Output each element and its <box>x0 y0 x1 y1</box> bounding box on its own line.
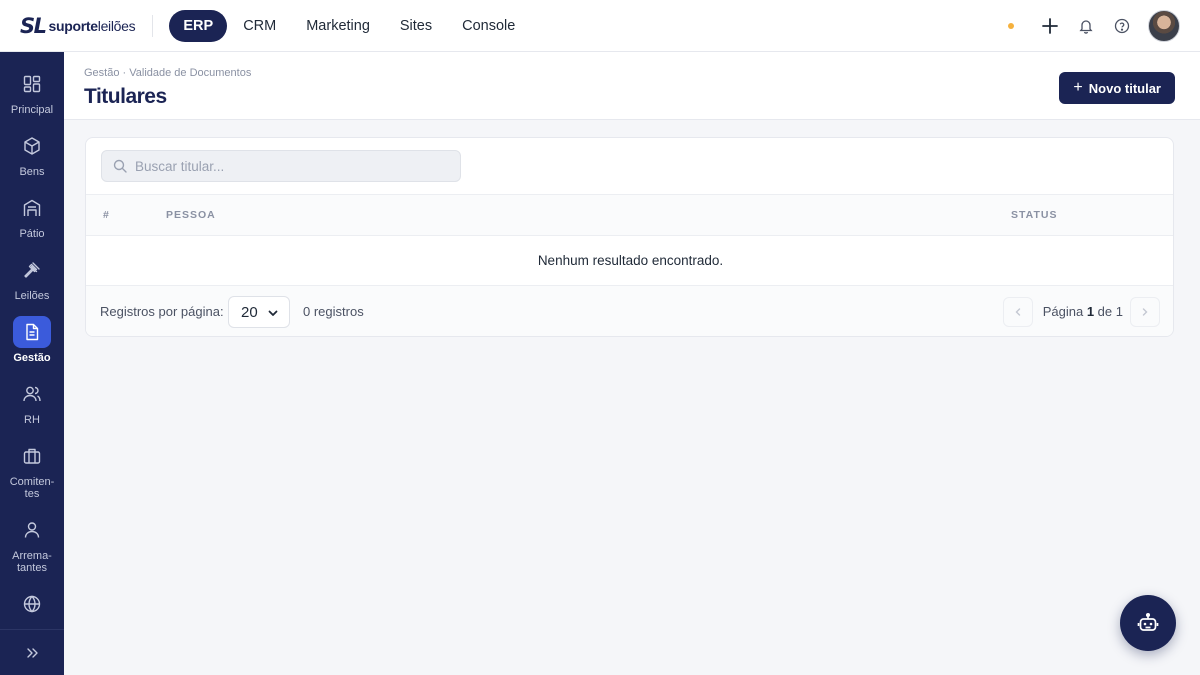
next-page-button[interactable] <box>1130 297 1160 327</box>
sidebar-item-bens[interactable]: Bens <box>0 130 64 178</box>
main-nav: ERP CRM Marketing Sites Console <box>169 9 531 42</box>
per-page-value: 20 <box>241 303 258 321</box>
top-bar: SL suporteleilões ERP CRM Marketing Site… <box>0 0 1200 52</box>
per-page-label: Registros por página: <box>100 304 224 319</box>
briefcase-icon <box>13 440 51 472</box>
brand-name: suporteleilões <box>48 17 136 34</box>
plus-icon: + <box>1073 79 1083 96</box>
chevron-right-icon <box>1142 308 1148 316</box>
search-icon <box>113 159 127 173</box>
new-titular-button-label: Novo titular <box>1088 80 1161 96</box>
sidebar-item-label: Pátio <box>19 228 45 240</box>
sidebar-item-comitentes[interactable]: Comiten- tes <box>0 440 64 500</box>
sidebar-item-label: Arrema- tantes <box>12 550 52 574</box>
records-count: 0 registros <box>303 304 364 319</box>
page-title: Titulares <box>84 85 167 108</box>
grid-icon <box>13 68 51 100</box>
table-footer: Registros por página: 20 0 registros Pág… <box>86 286 1173 336</box>
sidebar-item-sites[interactable] <box>0 588 64 624</box>
brand-mark: SL <box>20 13 47 38</box>
column-header-number: # <box>103 209 110 221</box>
sidebar-item-label: Leilões <box>14 290 50 302</box>
sidebar-item-principal[interactable]: Principal <box>0 68 64 116</box>
page-indicator: Página 1 de 1 <box>1042 304 1123 319</box>
new-titular-button[interactable]: + Novo titular <box>1059 72 1175 104</box>
nav-item-marketing[interactable]: Marketing <box>292 10 384 42</box>
user-icon <box>13 514 51 546</box>
status-dot <box>1008 23 1014 29</box>
sidebar-item-label: Comiten- tes <box>9 476 55 500</box>
brand-logo[interactable]: SL suporteleilões <box>20 0 136 52</box>
help-icon[interactable] <box>1112 16 1132 36</box>
chevron-down-icon <box>268 310 278 316</box>
top-actions <box>1008 0 1180 52</box>
nav-item-sites[interactable]: Sites <box>386 10 446 42</box>
document-icon <box>13 316 51 348</box>
gavel-icon <box>13 254 51 286</box>
search-box <box>101 150 461 182</box>
sidebar-item-arrematantes[interactable]: Arrema- tantes <box>0 514 64 574</box>
previous-page-button[interactable] <box>1003 297 1033 327</box>
nav-item-crm[interactable]: CRM <box>229 10 290 42</box>
assistant-bot-button[interactable] <box>1120 595 1176 651</box>
sidebar-item-patio[interactable]: Pátio <box>0 192 64 240</box>
per-page-select[interactable]: 20 <box>228 296 290 328</box>
search-input[interactable] <box>135 158 435 174</box>
page-header: Gestão · Validade de Documentos Titulare… <box>64 52 1200 120</box>
robot-icon <box>1137 612 1159 631</box>
chevron-left-icon <box>1015 308 1021 316</box>
building-icon <box>13 192 51 224</box>
sidebar-item-label: Principal <box>10 104 54 116</box>
avatar[interactable] <box>1148 10 1180 42</box>
sidebar-item-gestao[interactable]: Gestão <box>0 316 64 364</box>
empty-state-message: Nenhum resultado encontrado. <box>86 236 1173 286</box>
sidebar-expand-button[interactable] <box>0 629 64 675</box>
globe-icon <box>13 588 51 620</box>
users-icon <box>13 378 51 410</box>
breadcrumb[interactable]: Gestão · Validade de Documentos <box>84 67 251 79</box>
column-header-pessoa[interactable]: PESSOA <box>166 209 216 221</box>
sidebar: Principal Bens Pátio Leilões Gestão RH C… <box>0 52 64 675</box>
box-icon <box>13 130 51 162</box>
sidebar-item-label: Bens <box>19 166 45 178</box>
sidebar-item-leiloes[interactable]: Leilões <box>0 254 64 302</box>
plus-icon[interactable] <box>1040 16 1060 36</box>
nav-item-erp[interactable]: ERP <box>169 9 228 42</box>
sidebar-item-label: RH <box>24 414 40 426</box>
nav-item-console[interactable]: Console <box>448 10 529 42</box>
bell-icon[interactable] <box>1076 16 1096 36</box>
column-header-status[interactable]: STATUS <box>1011 209 1057 221</box>
sidebar-item-rh[interactable]: RH <box>0 378 64 426</box>
titulares-card: # PESSOA STATUS Nenhum resultado encontr… <box>85 137 1174 337</box>
chevrons-right-icon <box>27 647 38 658</box>
table-header: # PESSOA STATUS <box>86 194 1173 236</box>
logo-divider <box>152 14 154 37</box>
sidebar-item-label: Gestão <box>13 352 51 364</box>
